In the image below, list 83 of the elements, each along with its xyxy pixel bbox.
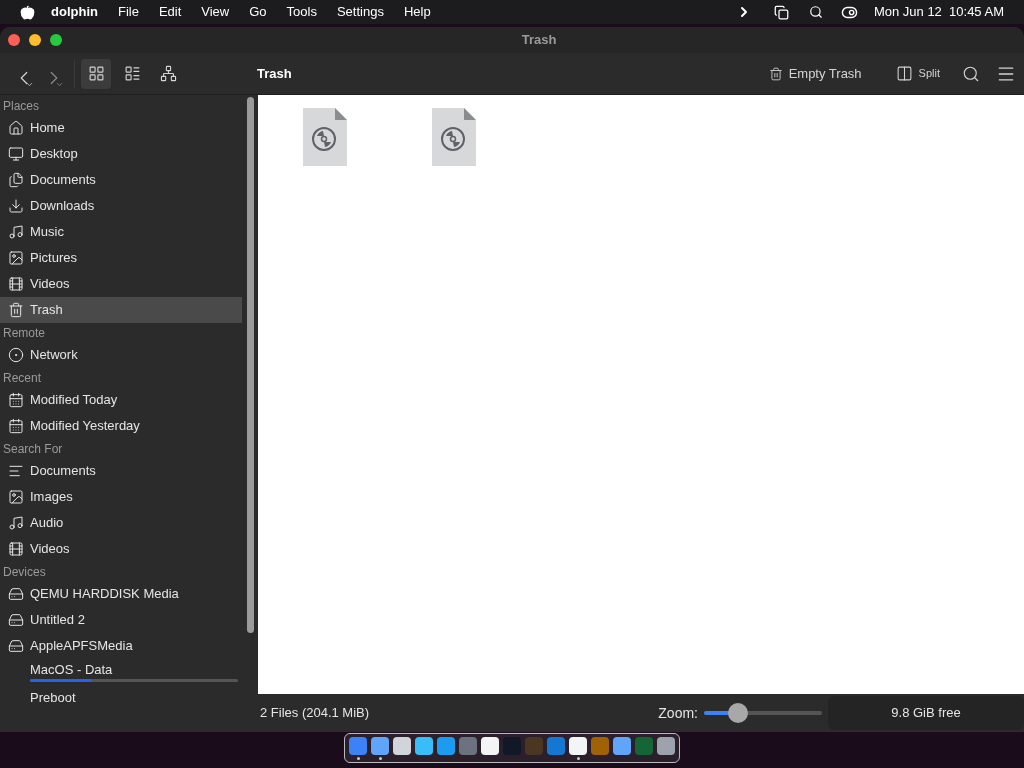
- close-button[interactable]: [8, 34, 20, 46]
- sidebar-item[interactable]: Untitled 2: [0, 607, 242, 633]
- tree-view-icon: [159, 65, 177, 82]
- app-icon[interactable]: [415, 736, 433, 755]
- search-icon[interactable]: [808, 5, 823, 19]
- music-icon: [8, 515, 24, 531]
- trash-icon: [768, 66, 783, 81]
- menu-item[interactable]: File: [117, 2, 139, 22]
- sidebar-item[interactable]: Videos: [0, 271, 242, 297]
- menu-item[interactable]: Settings: [336, 2, 384, 22]
- home-icon: [8, 120, 24, 136]
- app-icon[interactable]: [613, 736, 631, 755]
- zoom-slider[interactable]: [704, 703, 822, 723]
- videos-icon: [8, 276, 24, 292]
- calendar-icon: [8, 392, 24, 408]
- clock[interactable]: Mon Jun 12 10:45 AM: [873, 2, 1004, 22]
- sidebar-item[interactable]: Audio: [0, 510, 242, 536]
- network-icon: [8, 347, 24, 363]
- trash-icon: [8, 302, 24, 318]
- free-space-bar: 9.8 GiB free: [828, 696, 1024, 730]
- sidebar-item[interactable]: Home: [0, 115, 242, 141]
- split-view-icon: [895, 65, 913, 82]
- app-icon[interactable]: [657, 736, 675, 755]
- section-header: Devices: [3, 565, 46, 579]
- section-header: Recent: [3, 371, 42, 385]
- disc-file-icon: [302, 107, 348, 167]
- minimize-button[interactable]: [29, 34, 41, 46]
- sidebar-item[interactable]: Downloads: [0, 193, 242, 219]
- sidebar-item[interactable]: Music: [0, 219, 242, 245]
- app-icon[interactable]: [481, 736, 499, 755]
- maximize-button[interactable]: [50, 34, 62, 46]
- calendar-icon: [8, 418, 24, 434]
- section-header: Search For: [3, 442, 63, 456]
- windows-icon[interactable]: [773, 4, 789, 20]
- app-icon[interactable]: [371, 736, 389, 755]
- downloads-icon: [8, 198, 24, 214]
- menu-item[interactable]: Edit: [158, 2, 182, 22]
- videos-icon: [8, 541, 24, 557]
- sidebar-item[interactable]: Network: [0, 342, 242, 368]
- location-label: Trash: [257, 64, 292, 83]
- pictures-icon: [8, 250, 24, 266]
- drive-icon: [8, 612, 24, 628]
- details-view-icon: [123, 65, 141, 82]
- status-text: 2 Files (204.1 MiB): [260, 704, 370, 723]
- menu-item[interactable]: Go: [249, 2, 267, 22]
- sidebar-item[interactable]: Videos: [0, 536, 242, 562]
- section-header: Places: [3, 99, 40, 113]
- menu-item[interactable]: View: [201, 2, 230, 22]
- empty-trash-button[interactable]: Empty Trash: [762, 58, 868, 89]
- sidebar-item[interactable]: AppleAPFSMedia: [0, 633, 242, 659]
- pictures-icon: [8, 489, 24, 505]
- drive-icon: [8, 638, 24, 654]
- sidebar-item[interactable]: Modified Today: [0, 387, 242, 413]
- sidebar-item[interactable]: MacOS - Data: [0, 659, 242, 685]
- slider-thumb[interactable]: [728, 703, 749, 723]
- documents-icon: [8, 172, 24, 188]
- menu-item[interactable]: Help: [403, 2, 431, 22]
- disc-file-icon: [431, 107, 477, 167]
- music-icon: [8, 224, 24, 240]
- drive-icon: [8, 586, 24, 602]
- app-icon[interactable]: [569, 736, 587, 755]
- sidebar-item[interactable]: Modified Yesterday: [0, 413, 242, 439]
- split-button[interactable]: Split: [889, 58, 946, 89]
- menu-item[interactable]: Tools: [286, 2, 317, 22]
- section-header: Remote: [3, 326, 46, 340]
- window-title: Trash: [521, 31, 557, 50]
- sidebar-item[interactable]: Pictures: [0, 245, 242, 271]
- sidebar-item[interactable]: Trash: [0, 297, 242, 323]
- sidebar-item[interactable]: Images: [0, 484, 242, 510]
- sidebar-item[interactable]: Preboot: [0, 685, 242, 711]
- app-menu[interactable]: dolphin: [51, 2, 98, 22]
- sidebar-item[interactable]: Documents: [0, 167, 242, 193]
- search-icon[interactable]: [962, 64, 980, 83]
- desktop-icon: [8, 146, 24, 162]
- view-mode-button[interactable]: [81, 58, 111, 89]
- sidebar-item[interactable]: QEMU HARDDISK Media: [0, 581, 242, 607]
- icons-view-icon: [87, 65, 105, 82]
- app-icon[interactable]: [393, 736, 411, 755]
- zoom-label: Zoom:: [658, 703, 698, 723]
- sidebar-item[interactable]: Documents: [0, 458, 242, 484]
- text-icon: [8, 463, 24, 479]
- apple-icon[interactable]: [20, 4, 35, 20]
- sidebar-item[interactable]: Desktop: [0, 141, 242, 167]
